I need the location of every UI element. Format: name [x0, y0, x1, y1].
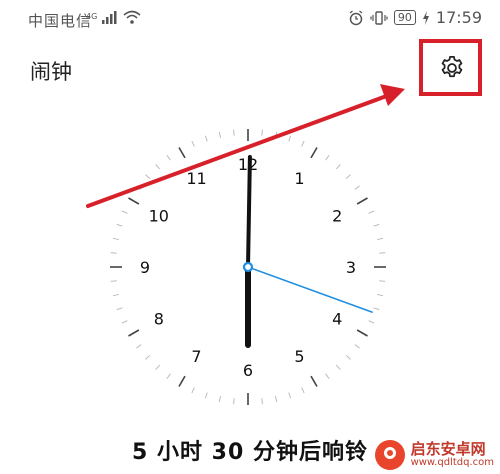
watermark-name: 启东安卓网	[410, 439, 486, 458]
clock-number: 10	[149, 207, 169, 226]
clock-minute-tick	[112, 237, 119, 241]
clock-hour-tick	[128, 197, 140, 205]
clock-number: 9	[140, 258, 150, 277]
clock-number: 11	[186, 169, 206, 188]
clock-minute-tick	[121, 210, 128, 214]
clock-number: 6	[243, 361, 253, 380]
clock-minute-tick	[110, 280, 117, 282]
clock-minute-tick	[166, 155, 171, 161]
clock-minute-tick	[136, 185, 142, 190]
clock-minute-tick	[368, 320, 375, 324]
clock-minute-tick	[274, 396, 278, 403]
clock-minute-tick	[204, 135, 208, 142]
status-right: 90 17:59	[348, 8, 482, 27]
clock-minute-tick	[345, 174, 351, 180]
clock-minute-tick	[325, 155, 330, 161]
clock-face: 121234567891011	[110, 129, 386, 405]
clock-minute-tick	[325, 373, 330, 379]
clock-minute-tick	[301, 140, 305, 147]
clock-minute-tick	[274, 131, 278, 138]
clock-minute-tick	[155, 364, 161, 370]
clock-hour-tick	[128, 329, 140, 337]
clock-minute-tick	[191, 387, 195, 394]
signal-icons: 4G	[86, 9, 142, 29]
clock-number: 2	[332, 207, 342, 226]
clock-number: 4	[332, 310, 342, 329]
watermark: 启东安卓网 www.qdltdq.com	[374, 439, 494, 470]
clock-minute-tick	[121, 320, 128, 324]
status-time: 17:59	[435, 8, 482, 27]
clock-minute-tick	[377, 293, 384, 297]
clock-minute-tick	[373, 307, 380, 311]
clock-minute-tick	[136, 344, 142, 349]
clock-minute-tick	[345, 354, 351, 360]
clock-minute-tick	[191, 140, 195, 147]
battery-indicator: 90	[393, 10, 416, 25]
analog-clock: 121234567891011	[0, 100, 500, 420]
carrier-label: 中国电信	[28, 12, 93, 30]
clock-minute-tick	[288, 392, 292, 399]
clock-hour-tick	[178, 147, 186, 159]
clock-minute-tick	[288, 135, 292, 142]
clock-minute-tick	[335, 364, 341, 370]
clock-hour-tick	[310, 147, 318, 159]
clock-hour-tick	[356, 329, 368, 337]
clock-minute-tick	[368, 210, 375, 214]
clock-minute-tick	[204, 392, 208, 399]
watermark-url: www.qdltdq.com	[410, 456, 494, 468]
clock-minute-tick	[377, 237, 384, 241]
clock-minute-tick	[155, 164, 161, 170]
clock-minute-tick	[145, 354, 151, 360]
clock-minute-tick	[335, 164, 341, 170]
clock-minute-tick	[112, 293, 119, 297]
annotation-highlight-box	[419, 39, 482, 96]
clock-hour-tick	[356, 197, 368, 205]
clock-number: 1	[294, 169, 304, 188]
alarm-status-icon	[349, 9, 363, 25]
clock-minute-tick	[116, 223, 123, 227]
clock-minute-tick	[379, 252, 386, 254]
clock-minute-tick	[354, 185, 360, 190]
network-label: 4G	[86, 12, 98, 21]
clock-minute-tick	[218, 396, 222, 403]
clock-hour-tick	[178, 375, 186, 387]
signal-icon	[102, 10, 141, 24]
watermark-logo-icon	[374, 440, 405, 470]
clock-number: 3	[346, 258, 356, 277]
clock-number: 5	[294, 347, 304, 366]
page-title: 闹钟	[30, 60, 72, 84]
clock-minute-tick	[261, 398, 263, 405]
clock-minute-tick	[301, 387, 305, 394]
status-bar: 中国电信 4G 90 17:59	[0, 0, 500, 40]
clock-minute-tick	[379, 280, 386, 282]
clock-minute-tick	[233, 398, 235, 405]
clock-minute-tick	[354, 344, 360, 349]
clock-minute-tick	[116, 307, 123, 311]
clock-minute-tick	[233, 129, 235, 136]
clock-minute-tick	[218, 131, 222, 138]
minute-hand	[246, 155, 252, 269]
vibrate-icon	[370, 10, 388, 25]
clock-minute-tick	[166, 373, 171, 379]
clock-center-dot	[242, 261, 254, 273]
clock-minute-tick	[145, 174, 151, 180]
clock-number: 8	[154, 310, 164, 329]
clock-minute-tick	[373, 223, 380, 227]
clock-minute-tick	[261, 129, 263, 136]
clock-number: 7	[191, 347, 201, 366]
clock-hour-tick	[310, 375, 318, 387]
clock-minute-tick	[110, 252, 117, 254]
charging-icon	[422, 10, 429, 25]
